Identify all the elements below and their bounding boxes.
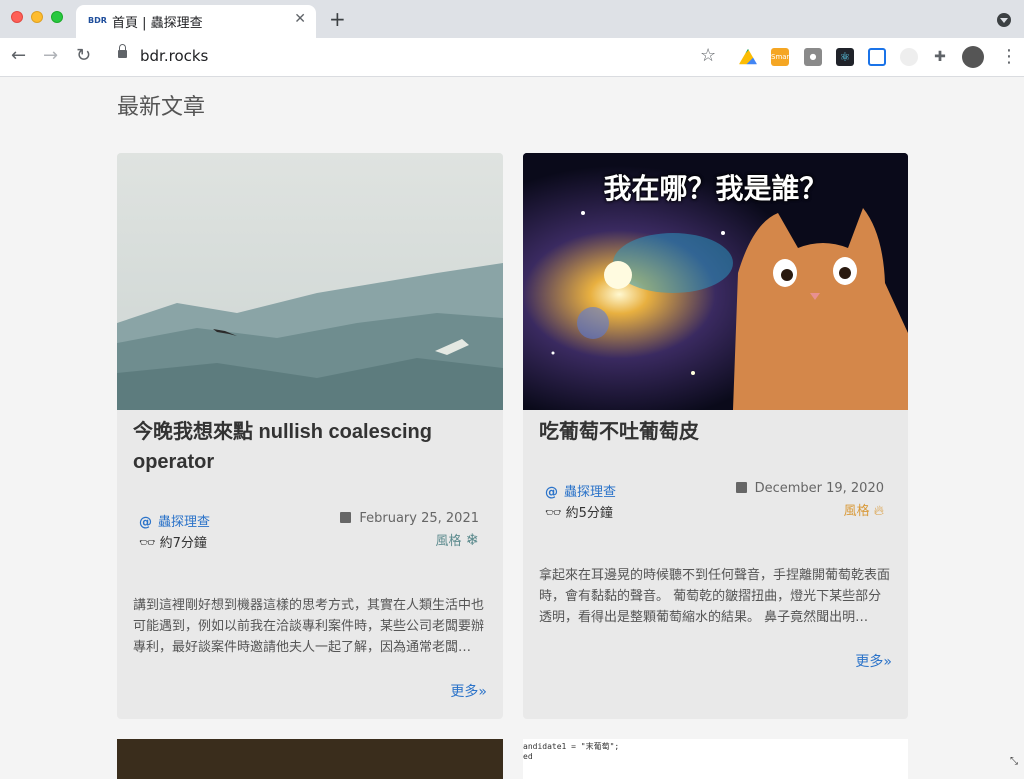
new-tab-button[interactable]: +	[329, 7, 346, 31]
camera-icon[interactable]: ●	[804, 48, 822, 66]
react-devtools-icon[interactable]: ⚛	[836, 48, 854, 66]
glasses-icon: 👓︎	[139, 536, 156, 551]
lock-icon[interactable]	[118, 44, 127, 58]
article-image[interactable]	[117, 739, 503, 779]
minimize-window-button[interactable]	[31, 11, 43, 23]
reload-icon[interactable]: ↻	[76, 46, 91, 66]
forward-icon[interactable]: →	[43, 46, 58, 66]
star-icon[interactable]: ☆	[700, 45, 716, 66]
fire-icon: 🔥︎	[873, 503, 884, 519]
article-meta-right: December 19, 2020 風格 🔥︎	[735, 481, 884, 519]
author-link[interactable]: 蟲探理查	[158, 515, 210, 530]
code-line: andidate1 = "末葡萄";	[523, 742, 620, 751]
at-icon: @	[545, 485, 558, 500]
read-more-link[interactable]: 更多»	[450, 681, 487, 701]
address-bar[interactable]: bdr.rocks	[140, 47, 208, 65]
article-image[interactable]	[117, 153, 503, 410]
section-title: 最新文章	[117, 94, 206, 119]
read-more-link[interactable]: 更多»	[855, 651, 892, 671]
style-label: 風格	[843, 504, 870, 519]
reading-time: 約5分鐘	[565, 506, 613, 521]
snowflake-icon: ❄	[465, 530, 479, 549]
tab-bar: BDR 首頁 | 蟲探理查 ✕ +	[0, 0, 1024, 38]
article-meta-left: @ 蟲探理查 👓︎ 約5分鐘	[545, 481, 616, 521]
maximize-window-button[interactable]	[51, 11, 63, 23]
article-title[interactable]: 吃葡萄不吐葡萄皮	[539, 417, 892, 447]
back-icon[interactable]: ←	[11, 46, 26, 66]
article-title[interactable]: 今晚我想來點 nullish coalescing operator	[133, 417, 487, 477]
reading-time: 約7分鐘	[159, 536, 207, 551]
close-window-button[interactable]	[11, 11, 23, 23]
article-image[interactable]: andidate1 = "末葡萄"; ed	[523, 739, 908, 779]
calendar-icon	[735, 482, 747, 493]
grid-ext-icon[interactable]	[868, 48, 886, 66]
close-tab-icon[interactable]: ✕	[294, 11, 306, 27]
article-date: February 25, 2021	[359, 511, 479, 526]
article-meta-left: @ 蟲探理查 👓︎ 約7分鐘	[139, 511, 210, 551]
calendar-icon	[340, 512, 352, 523]
image-caption: 我在哪？我是誰？	[603, 172, 828, 205]
favicon-icon: BDR	[88, 16, 107, 25]
menu-icon[interactable]: ⋮	[1000, 46, 1018, 67]
active-tab[interactable]: BDR 首頁 | 蟲探理查 ✕	[76, 5, 316, 38]
article-date: December 19, 2020	[754, 481, 884, 496]
google-drive-icon[interactable]	[739, 48, 757, 65]
smart-ext-icon[interactable]: Smart	[771, 48, 792, 66]
article-excerpt: 講到這裡剛好想到機器這樣的思考方式，其實在人類生活中也可能遇到，例如以前我在洽談…	[133, 598, 485, 655]
tab-title: 首頁 | 蟲探理查	[112, 16, 203, 31]
article-card[interactable]: 我在哪？我是誰？ 吃葡萄不吐葡萄皮 @ 蟲探理查 👓︎ 約5分鐘 December…	[523, 153, 908, 719]
author-link[interactable]: 蟲探理查	[564, 485, 616, 500]
circle-ext-icon[interactable]	[900, 48, 918, 66]
browser-toolbar: ← → ↻ bdr.rocks ☆ Smart ● ⚛ ✚ ⋮	[0, 38, 1024, 77]
article-meta-right: February 25, 2021 風格 ❄	[340, 511, 479, 549]
article-card[interactable]: 今晚我想來點 nullish coalescing operator @ 蟲探理查…	[117, 153, 503, 719]
article-excerpt: 拿起來在耳邊晃的時候聽不到任何聲音，手捏離開葡萄乾表面時，會有黏黏的聲音。 葡萄…	[539, 568, 891, 625]
resize-icon: ⤡	[1010, 756, 1018, 767]
style-label: 風格	[435, 534, 462, 549]
code-line: ed	[523, 752, 533, 761]
puzzle-icon[interactable]: ✚	[931, 48, 949, 66]
avatar[interactable]	[962, 46, 984, 68]
glasses-icon: 👓︎	[545, 506, 562, 521]
at-icon: @	[139, 515, 152, 530]
tab-search-icon[interactable]	[997, 13, 1011, 27]
